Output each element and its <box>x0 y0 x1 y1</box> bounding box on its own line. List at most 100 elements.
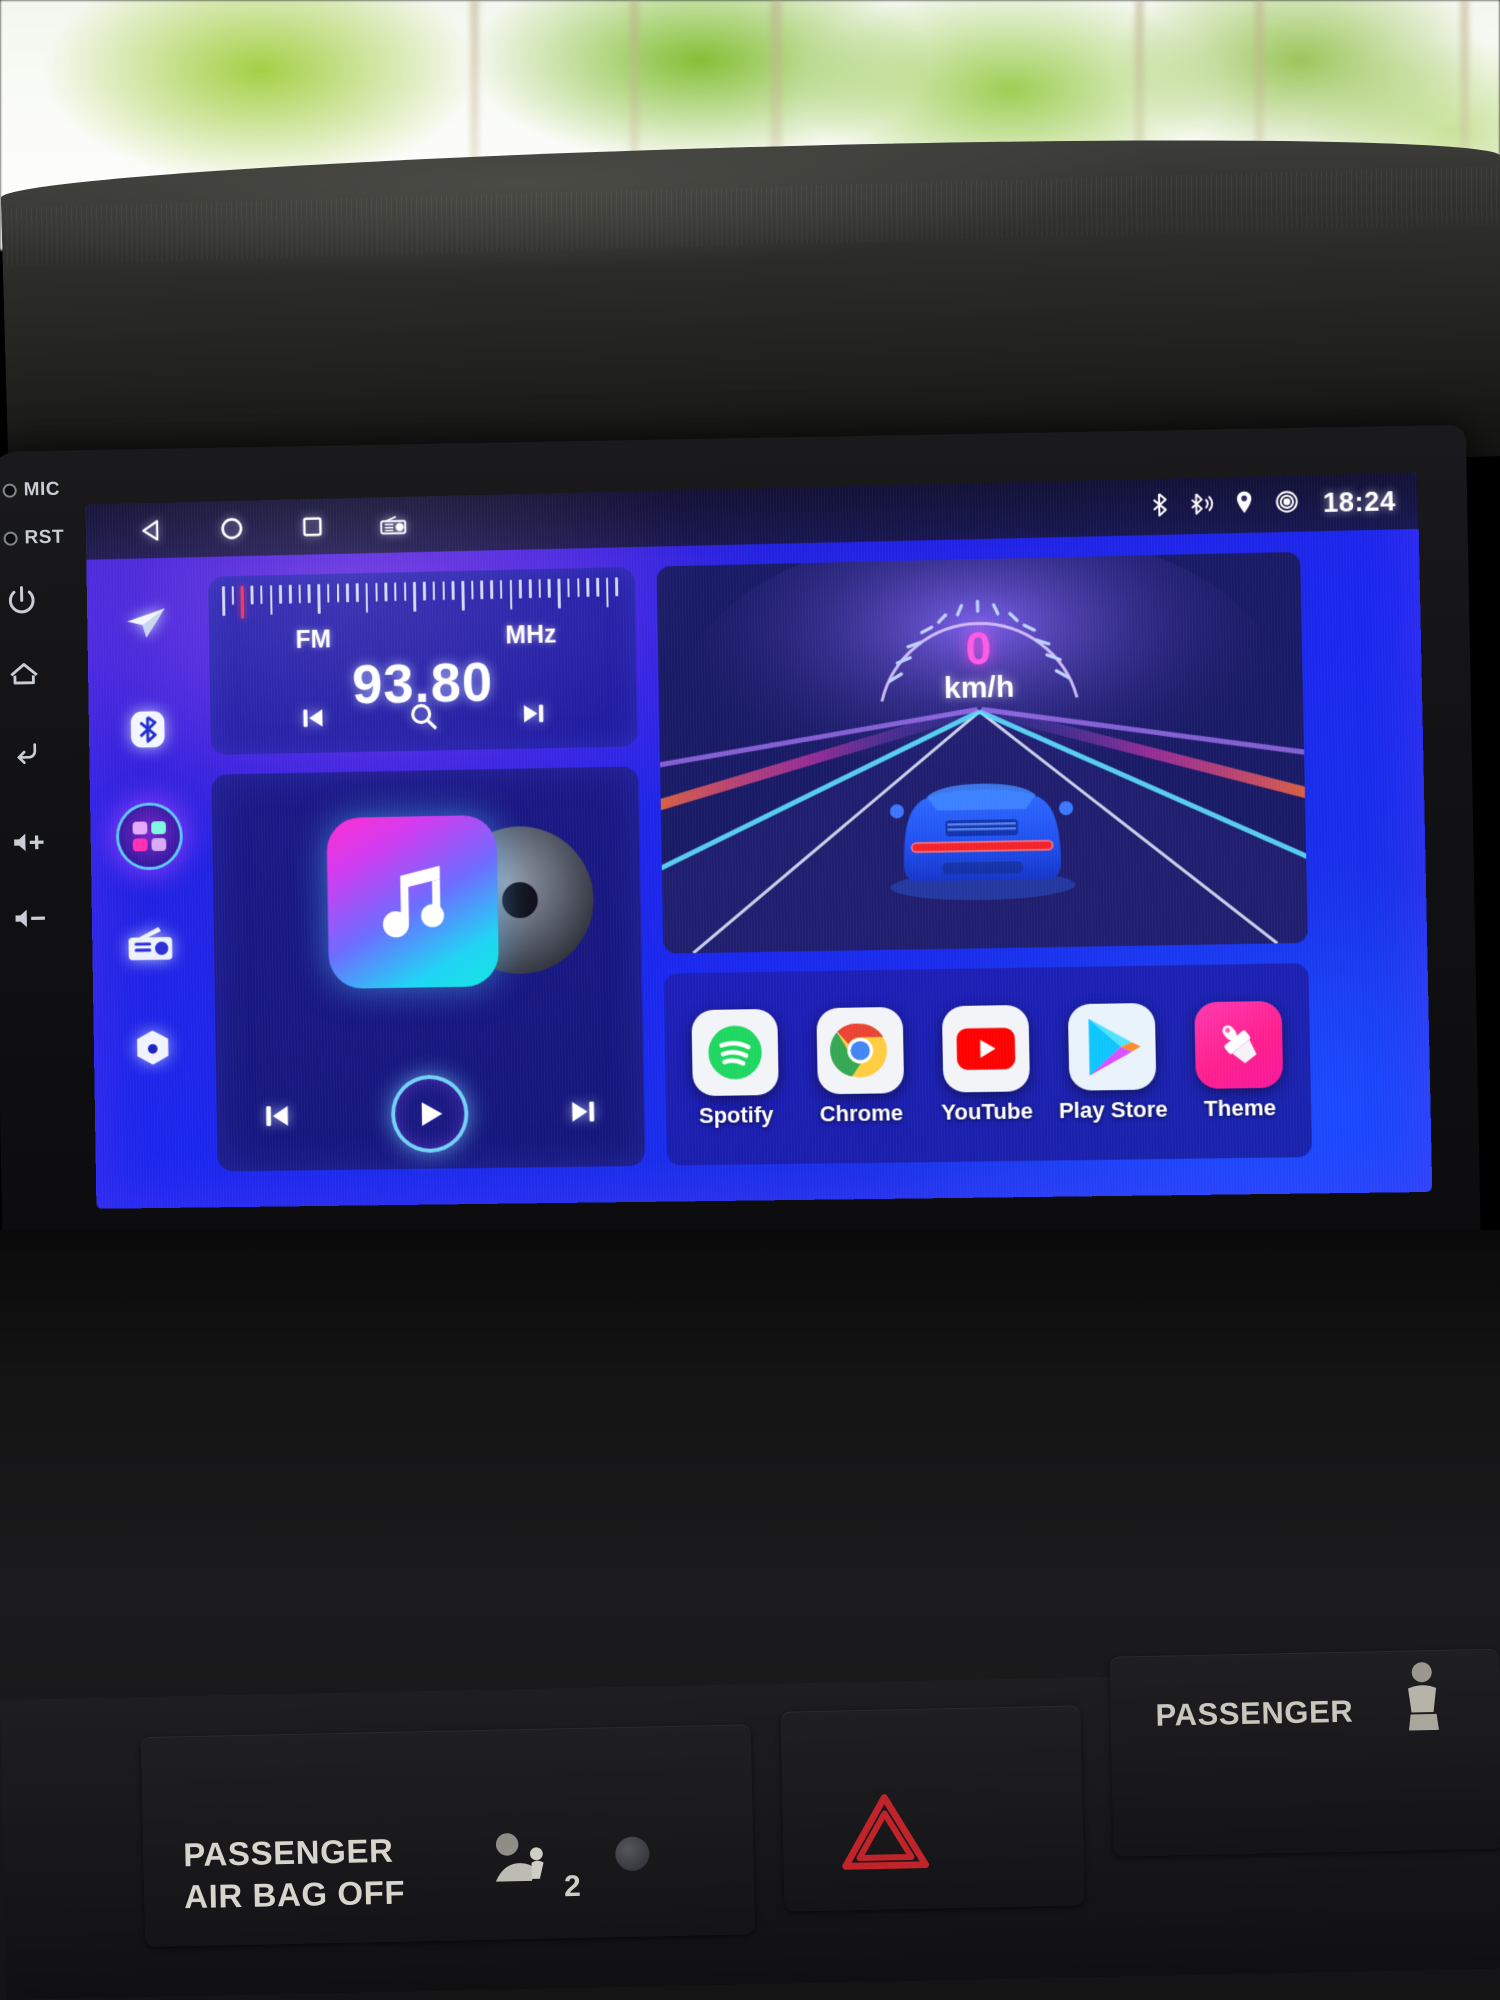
triangle-back-icon[interactable] <box>137 515 167 545</box>
apps-grid-icon <box>133 821 167 851</box>
radio-scan-button[interactable] <box>402 695 444 738</box>
tuning-tick <box>346 583 349 602</box>
tuning-tick <box>606 578 609 608</box>
music-next-button[interactable] <box>562 1090 605 1133</box>
back-arrow-icon <box>7 735 44 768</box>
speed-value: 0 <box>965 621 992 676</box>
hazard-button[interactable] <box>780 1705 1084 1911</box>
music-play-button[interactable] <box>391 1074 470 1153</box>
gps-signal-icon <box>1274 488 1301 520</box>
sidebar-item-bluetooth[interactable] <box>117 698 179 761</box>
android-status-bar: 18:24 <box>85 472 1418 559</box>
tuning-tick <box>260 585 263 604</box>
play-icon <box>411 1095 449 1133</box>
fm-radio-widget[interactable]: FM MHz 93.80 <box>208 567 638 755</box>
app-label: Play Store <box>1059 1096 1168 1124</box>
radio-next-button[interactable] <box>513 692 555 735</box>
tuning-tick <box>538 579 541 598</box>
airbag-person-icon <box>491 1828 564 1895</box>
radio-tuning-scale[interactable] <box>222 577 626 620</box>
tuning-tick <box>375 583 378 602</box>
tuning-tick <box>500 580 503 599</box>
app-shortcuts-row: Spotify Chrome YouTube Play Store Theme <box>664 963 1312 1165</box>
mic-label: MIC <box>24 479 61 502</box>
bluetooth-icon <box>1148 491 1171 523</box>
navigation-bar <box>137 510 409 546</box>
mic-button[interactable]: MIC <box>0 478 89 502</box>
tuning-tick <box>432 581 435 600</box>
bluetooth-audio-icon <box>1189 490 1216 522</box>
sidebar-item-radio[interactable] <box>120 912 182 974</box>
tuning-tick <box>509 580 512 610</box>
tuning-tick <box>356 583 359 602</box>
tuning-tick <box>471 581 474 600</box>
album-art[interactable] <box>326 815 499 989</box>
speedometer-widget[interactable]: 0 km/h <box>657 552 1308 954</box>
tuning-tick <box>365 583 368 613</box>
tuning-tick <box>394 582 397 601</box>
reset-button[interactable]: RST <box>0 526 90 550</box>
bluetooth-icon <box>126 707 170 751</box>
tuning-tick <box>327 584 330 603</box>
tuning-tick <box>270 585 273 615</box>
tuning-tick <box>251 586 254 605</box>
tuning-tick <box>481 580 484 599</box>
tuning-tick <box>279 585 282 604</box>
tuning-tick <box>615 577 618 596</box>
sidebar-item-settings[interactable] <box>122 1019 184 1081</box>
back-button[interactable] <box>1 734 94 768</box>
reset-label: RST <box>24 527 64 550</box>
location-pin-icon <box>1233 489 1256 521</box>
passenger-airbag-label-line1: PASSENGER <box>183 1832 394 1874</box>
tuning-tick <box>577 578 580 597</box>
tuning-tick <box>452 581 455 600</box>
music-player-widget[interactable] <box>211 766 645 1171</box>
app-shortcuts-panel: Spotify Chrome YouTube Play Store Theme <box>664 963 1312 1165</box>
system-status-icons: 18:24 <box>1148 486 1396 523</box>
home-button[interactable] <box>0 656 92 692</box>
radio-icon[interactable] <box>378 510 408 540</box>
airbag-count: 2 <box>564 1870 582 1904</box>
home-icon <box>6 657 43 692</box>
tuning-tick <box>423 582 426 601</box>
radio-controls <box>210 691 638 741</box>
volume-up-button[interactable] <box>3 826 96 858</box>
app-theme[interactable]: Theme <box>1183 1000 1295 1122</box>
volume-down-button[interactable] <box>4 902 97 934</box>
reset-indicator-icon <box>3 531 17 545</box>
sidebar-item-apps[interactable] <box>119 805 181 868</box>
square-recents-icon[interactable] <box>297 512 327 542</box>
app-label: YouTube <box>941 1098 1033 1125</box>
music-note-icon <box>364 853 460 950</box>
volume-up-icon <box>9 827 50 858</box>
radio-unit-label: MHz <box>505 621 556 651</box>
spotify-icon <box>691 1008 778 1095</box>
mic-indicator-icon <box>3 483 17 497</box>
radio-previous-button[interactable] <box>292 697 334 740</box>
radio-labels: FM MHz 93.80 <box>209 619 636 628</box>
tuning-tick <box>241 586 244 619</box>
tuning-tick <box>586 578 589 597</box>
tuning-tick <box>529 579 532 598</box>
power-button[interactable] <box>0 582 91 618</box>
app-spotify[interactable]: Spotify <box>680 1008 790 1129</box>
tuning-tick <box>298 584 301 603</box>
app-label: Theme <box>1204 1094 1277 1121</box>
hazard-triangle-icon <box>838 1789 932 1875</box>
tuning-tick <box>567 578 570 597</box>
tuning-tick <box>596 578 599 597</box>
car-head-unit: MIC RST 18:24 FM MHz 93.80 0 km/h Spotif… <box>0 425 1481 1272</box>
volume-down-icon <box>10 903 51 934</box>
music-previous-button[interactable] <box>256 1095 298 1137</box>
circle-home-icon[interactable] <box>217 513 247 543</box>
app-sidebar <box>100 563 200 1195</box>
speed-unit: km/h <box>944 671 1015 707</box>
sidebar-item-navigation[interactable] <box>115 591 177 654</box>
app-play-store[interactable]: Play Store <box>1057 1002 1169 1123</box>
app-youtube[interactable]: YouTube <box>931 1004 1042 1125</box>
status-clock: 18:24 <box>1323 486 1396 519</box>
app-chrome[interactable]: Chrome <box>805 1006 916 1127</box>
tuning-tick <box>442 581 445 600</box>
touchscreen[interactable]: 18:24 FM MHz 93.80 0 km/h Spotify Chrome… <box>85 472 1432 1208</box>
tuning-tick <box>384 583 387 602</box>
